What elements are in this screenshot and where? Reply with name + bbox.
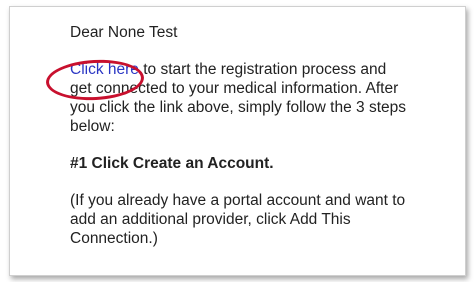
registration-paragraph: Click here to start the registration pro…	[70, 60, 410, 136]
portal-note: (If you already have a portal account an…	[70, 192, 406, 247]
click-here-link[interactable]: Click here	[70, 61, 139, 78]
email-frame: Dear None Test Click here to start the r…	[9, 6, 466, 276]
greeting: Dear None Test	[70, 24, 178, 41]
step-1-heading: #1 Click Create an Account.	[70, 155, 274, 172]
email-body: Dear None Test Click here to start the r…	[70, 23, 410, 248]
